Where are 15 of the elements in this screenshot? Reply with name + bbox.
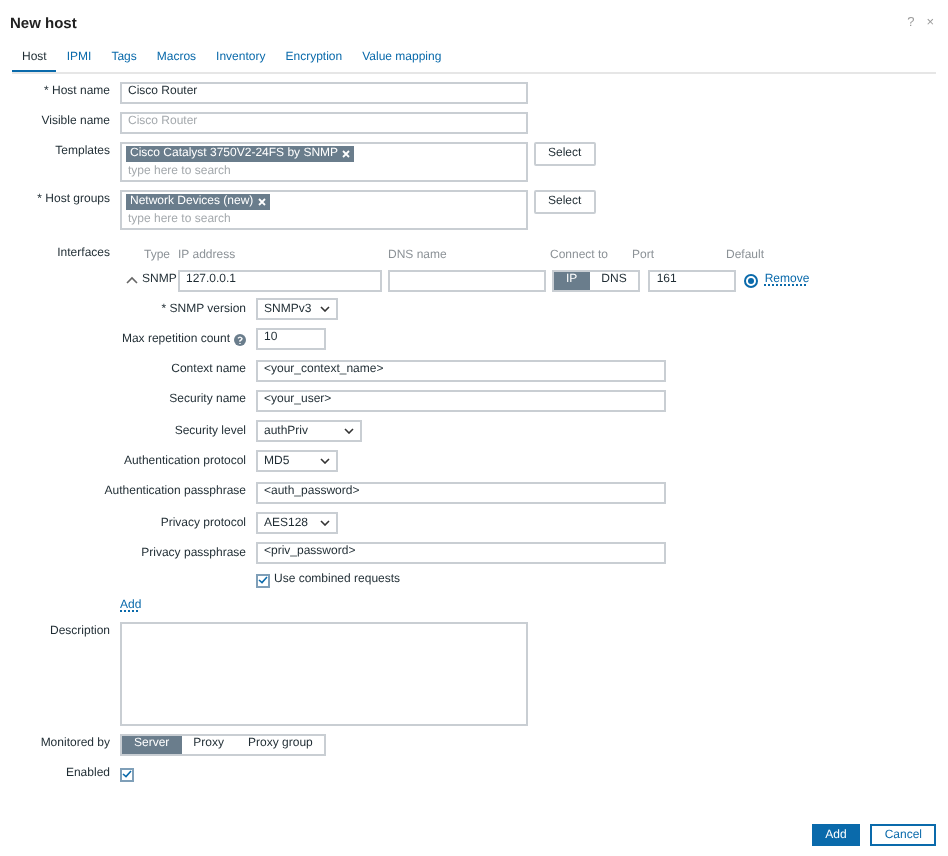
chevron-down-icon — [320, 458, 330, 465]
help-icon[interactable] — [234, 333, 246, 346]
checkbox[interactable] — [256, 573, 270, 588]
check-icon — [258, 576, 268, 585]
caret-up-icon[interactable] — [126, 276, 138, 284]
remove-icon[interactable] — [257, 198, 266, 206]
chevron-down-icon — [344, 428, 354, 435]
description-field[interactable] — [120, 621, 528, 726]
chevron-down-icon — [320, 520, 330, 527]
remove-icon[interactable] — [342, 150, 351, 158]
dns-field[interactable] — [388, 269, 546, 291]
default-radio[interactable] — [744, 273, 759, 287]
chevron-down-icon — [320, 306, 330, 312]
check-icon — [122, 770, 132, 779]
checkbox[interactable] — [120, 767, 134, 782]
